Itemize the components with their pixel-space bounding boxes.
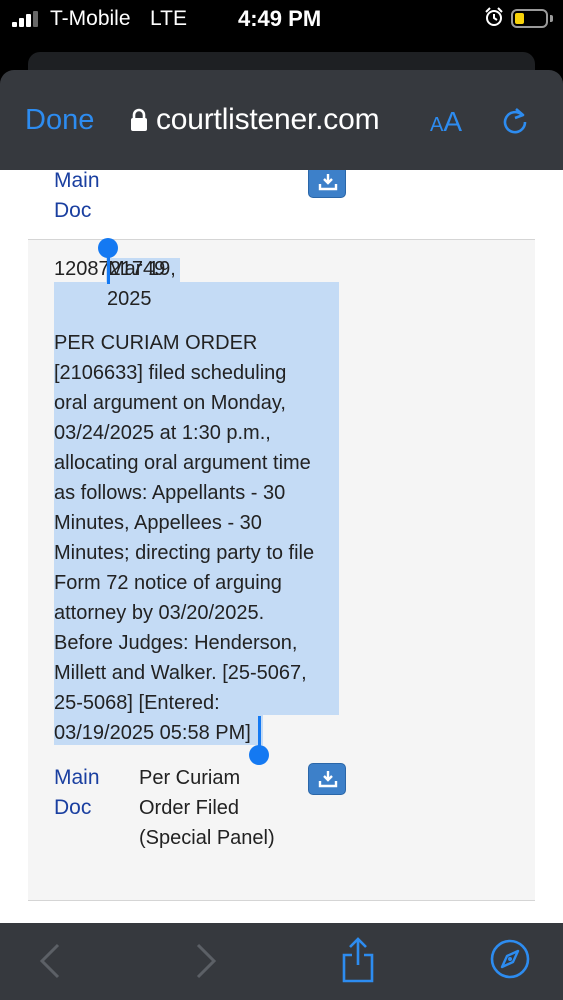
- alarm-clock-icon: [485, 7, 503, 26]
- text-size-button[interactable]: AA: [430, 106, 462, 138]
- entry-divider: [28, 900, 535, 901]
- network-type: LTE: [150, 7, 187, 30]
- share-icon[interactable]: [340, 937, 376, 983]
- entry-date-year: 2025: [107, 288, 152, 310]
- description-line: Before Judges: Henderson,: [54, 632, 298, 654]
- selection-start-handle-knob[interactable]: [98, 238, 118, 258]
- description-line: 25-5068] [Entered:: [54, 692, 220, 714]
- previous-main-doc-link[interactable]: Main Doc: [54, 170, 114, 226]
- status-time: 4:49 PM: [238, 6, 322, 31]
- main-doc-link[interactable]: Main Doc: [54, 763, 114, 823]
- main-doc-label: Main Doc: [54, 170, 100, 222]
- browser-header: Done courtlistener.com AA: [0, 70, 563, 170]
- description-line: Minutes, Appellees - 30: [54, 512, 262, 534]
- document-description: Per Curiam Order Filed (Special Panel): [139, 767, 275, 849]
- docket-entry: 1208721749 Mar 19, 2025 PER CURIAM ORDER…: [28, 238, 535, 900]
- carrier-name: T-Mobile: [50, 7, 131, 30]
- entry-description: PER CURIAM ORDER [2106633] filed schedul…: [54, 328, 338, 748]
- done-button[interactable]: Done: [25, 104, 94, 137]
- description-line: Minutes; directing party to file: [54, 542, 315, 564]
- battery-nub: [550, 15, 553, 22]
- main-doc-label: Main Doc: [54, 766, 100, 819]
- forward-icon[interactable]: [194, 943, 218, 979]
- battery-icon: [511, 9, 548, 28]
- description-line: allocating oral argument time: [54, 452, 311, 474]
- cellular-signal-icon: [12, 11, 42, 27]
- description-line: 03/19/2025 05:58 PM]: [54, 722, 251, 744]
- description-line: 03/24/2025 at 1:30 p.m.,: [54, 422, 271, 444]
- text-size-small-label: A: [430, 114, 444, 136]
- description-line: [2106633] filed scheduling: [54, 362, 287, 384]
- back-icon[interactable]: [38, 943, 62, 979]
- previous-download-button[interactable]: [308, 170, 346, 198]
- url-field[interactable]: courtlistener.com: [156, 103, 380, 137]
- text-size-big-label: A: [443, 106, 463, 137]
- status-bar: T-Mobile LTE 4:49 PM: [0, 0, 563, 40]
- description-line: attorney by 03/20/2025.: [54, 602, 265, 624]
- description-line: oral argument on Monday,: [54, 392, 286, 414]
- description-line: as follows: Appellants - 30: [54, 482, 286, 504]
- description-line: Millett and Walker. [25-5067,: [54, 662, 307, 684]
- description-line: Form 72 notice of arguing: [54, 572, 282, 594]
- compass-icon[interactable]: [488, 937, 532, 981]
- selection-end-handle-knob[interactable]: [249, 745, 269, 765]
- reload-icon[interactable]: [500, 106, 530, 136]
- webpage-content: Main Doc 1208721749 Mar 19, 2025 PER CUR…: [0, 170, 563, 923]
- browser-toolbar: [0, 923, 563, 1000]
- selection-end-handle[interactable]: [258, 716, 261, 748]
- download-button[interactable]: [308, 763, 346, 795]
- download-icon: [318, 771, 338, 788]
- battery-level: [515, 13, 524, 24]
- download-icon: [318, 174, 338, 191]
- description-line: PER CURIAM ORDER: [54, 332, 258, 354]
- entry-date: Mar 19,: [108, 258, 176, 280]
- lock-icon: [131, 108, 147, 131]
